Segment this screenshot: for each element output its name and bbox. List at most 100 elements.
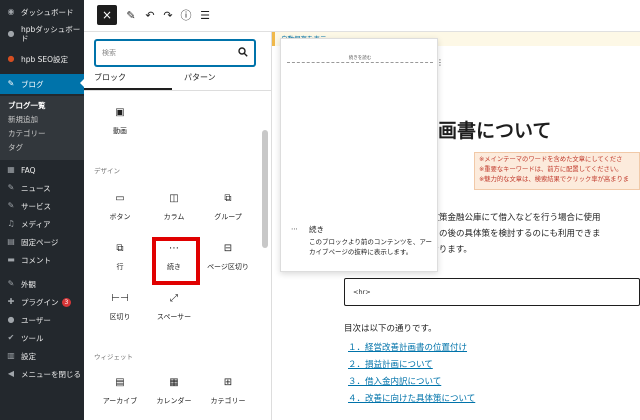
comment-icon: ▬	[7, 255, 15, 264]
block-label: 区切り	[109, 313, 131, 321]
block-label: カラム	[163, 213, 185, 221]
block-separator[interactable]: ⊢⊣ 区切り	[92, 292, 148, 332]
block-buttons[interactable]: ▭ ボタン	[92, 192, 148, 232]
post-title[interactable]: 画書について	[438, 116, 551, 143]
block-label: ページ区切り	[207, 263, 249, 271]
block-label: ボタン	[109, 213, 131, 221]
page-icon: ▤	[7, 237, 15, 246]
highlight-box	[152, 237, 200, 285]
menu-label: ニュース	[21, 183, 51, 193]
menu-label: サービス	[21, 201, 51, 211]
block-search-input[interactable]: 検索	[95, 40, 255, 66]
menu-news[interactable]: ✎ ニュース	[0, 179, 84, 197]
submenu-blog-list[interactable]: ブログ一覧	[8, 100, 46, 111]
block-page-break[interactable]: ⊟ ページ区切り	[200, 242, 256, 282]
submenu-tags[interactable]: タグ	[8, 142, 23, 153]
close-inserter-button[interactable]: ×	[97, 5, 117, 25]
toc-link[interactable]: １．経営改善計画書の位置付け	[348, 341, 467, 353]
search-icon	[238, 47, 248, 60]
service-icon: ✎	[7, 201, 15, 210]
menu-hpb-seo[interactable]: ● hpb SEO設定	[0, 50, 84, 68]
category-widgets-heading: ウィジェット	[94, 353, 133, 361]
menu-tools[interactable]: ✔ ツール	[0, 329, 84, 347]
menu-faq[interactable]: ▦ FAQ	[0, 161, 84, 179]
menu-settings[interactable]: ▥ 設定	[0, 347, 84, 365]
category-design-heading: デザイン	[94, 167, 120, 175]
block-archives[interactable]: ▤ アーカイブ	[92, 376, 148, 416]
block-group[interactable]: ⧉ グループ	[200, 192, 256, 232]
undo-button[interactable]: ↶	[140, 5, 160, 25]
news-icon: ✎	[7, 183, 15, 192]
separator-icon: ⊢⊣	[111, 293, 129, 304]
seo-note-box: ※メインテーマのワードを含めた文章にしてくださ ※重要なキーワードは、前方に配置…	[474, 152, 640, 190]
block-preview-popover: 続きを読む ⋯ 続き このブロックより前のコンテンツを、アーカイブページの抜粋に…	[280, 38, 438, 272]
menu-comments[interactable]: ▬ コメント	[0, 251, 84, 269]
menu-label: hpb SEO設定	[21, 54, 69, 64]
preview-block-description: このブロックより前のコンテンツを、アーカイブページの抜粋に表示します。	[309, 238, 432, 256]
menu-blog[interactable]: ✎ ブログ	[0, 74, 84, 94]
tab-patterns[interactable]: パターン	[184, 72, 216, 83]
list-view-button[interactable]: ☰	[195, 5, 215, 25]
toc-link[interactable]: ３．借入金内訳について	[348, 375, 441, 387]
menu-users[interactable]: ● ユーザー	[0, 311, 84, 329]
menu-label: ブログ	[21, 79, 44, 89]
preview-dashed-line	[287, 62, 433, 63]
block-label: 行	[116, 263, 124, 271]
row-icon: ⧉	[116, 243, 124, 254]
preview-more-label: 続きを読む	[348, 56, 372, 61]
dashboard-icon: ◉	[7, 7, 15, 16]
block-spacer[interactable]: ⤢ スペーサー	[146, 292, 202, 332]
menu-dashboard[interactable]: ◉ ダッシュボード	[0, 3, 84, 21]
toc-intro[interactable]: 目次は以下の通りです。	[344, 322, 437, 334]
submenu-add-new[interactable]: 新規追加	[8, 114, 38, 125]
panel-scrollbar[interactable]	[262, 130, 268, 248]
seo-icon: ●	[7, 54, 15, 63]
note-line: ※メインテーマのワードを含めた文章にしてくださ	[479, 156, 623, 163]
menu-media[interactable]: ♫ メディア	[0, 215, 84, 233]
html-block-code: <hr>	[353, 288, 371, 296]
block-video[interactable]: ▣ 動画	[92, 106, 148, 146]
menu-collapse[interactable]: ◀ メニューを閉じる	[0, 365, 84, 383]
toc-link[interactable]: ４．改善に向けた具体策について	[348, 392, 475, 404]
hpb-icon: ●	[7, 29, 15, 38]
menu-services[interactable]: ✎ サービス	[0, 197, 84, 215]
tab-divider	[84, 90, 271, 91]
html-block[interactable]: <hr>	[344, 278, 640, 306]
group-icon: ⧉	[224, 193, 232, 204]
menu-plugins[interactable]: ✚ プラグイン 3	[0, 293, 84, 311]
submenu-categories[interactable]: カテゴリー	[8, 128, 46, 139]
details-button[interactable]: ⓘ	[176, 5, 196, 25]
menu-label: 外観	[21, 279, 36, 289]
menu-label: プラグイン	[21, 297, 59, 307]
menu-pages[interactable]: ▤ 固定ページ	[0, 233, 84, 251]
wordpress-editor-screen: ◉ ダッシュボード ● hpbダッシュボード ● hpb SEO設定 ✎ ブログ…	[0, 0, 640, 420]
user-icon: ●	[7, 315, 15, 324]
plugin-update-badge: 3	[61, 297, 72, 307]
menu-hpb-dashboard[interactable]: ● hpbダッシュボード	[0, 22, 84, 46]
tab-blocks[interactable]: ブロック	[94, 72, 126, 83]
menu-label: 固定ページ	[21, 237, 59, 247]
paragraph-line: ております。	[422, 245, 472, 255]
appearance-icon: ✎	[7, 279, 15, 288]
block-categories[interactable]: ⊞ カテゴリー	[200, 376, 256, 416]
block-calendar[interactable]: ▦ カレンダー	[146, 376, 202, 416]
search-placeholder: 検索	[102, 49, 116, 57]
menu-appearance[interactable]: ✎ 外観	[0, 275, 84, 293]
video-icon: ▣	[115, 107, 125, 118]
redo-button[interactable]: ↷	[158, 5, 178, 25]
archive-icon: ▤	[115, 377, 125, 388]
toc-link[interactable]: ２．損益計画について	[348, 358, 433, 370]
plugin-icon: ✚	[7, 297, 15, 306]
block-row[interactable]: ⧉ 行	[92, 242, 148, 282]
blog-submenu: ブログ一覧 新規追加 カテゴリー タグ	[0, 96, 84, 160]
block-label: グループ	[214, 213, 242, 221]
block-label: カレンダー	[156, 397, 192, 405]
block-columns[interactable]: ◫ カラム	[146, 192, 202, 232]
paragraph-block[interactable]: 本政策金融公庫にて借入などを行う場合に使用 ・その後の具体策を検討するのにも利用…	[422, 210, 640, 258]
collapse-icon: ◀	[7, 369, 15, 378]
blog-pin-icon: ✎	[7, 79, 15, 88]
spacer-icon: ⤢	[170, 293, 178, 304]
categories-icon: ⊞	[223, 377, 233, 388]
block-label: カテゴリー	[210, 397, 246, 405]
tools-button[interactable]: ✎	[121, 5, 141, 25]
